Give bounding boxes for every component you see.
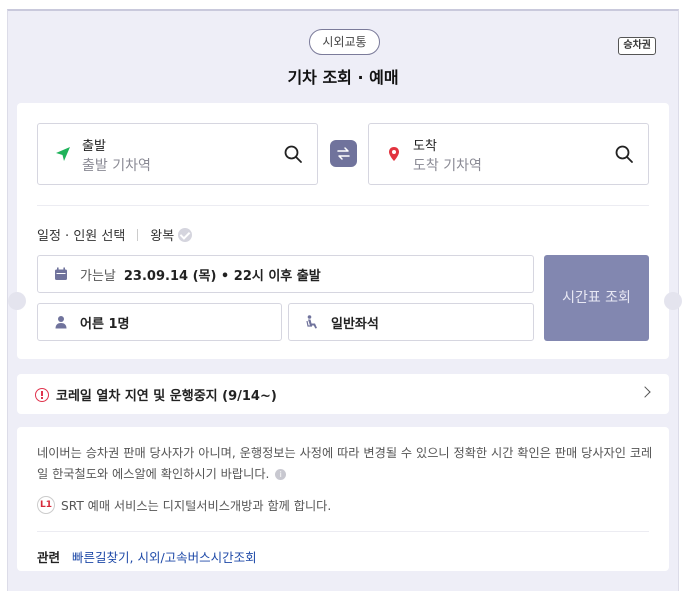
seat-type: 일반좌석: [331, 316, 379, 332]
related-label: 관련: [37, 550, 61, 565]
arrival-placeholder[interactable]: 도착 기차역: [413, 155, 482, 175]
departure-date-field[interactable]: 가는날 23.09.14 (목) • 22시 이후 출발: [37, 255, 534, 293]
srt-logo-icon: L1: [37, 496, 55, 514]
arrival-station-field[interactable]: 도착 도착 기차역: [368, 123, 649, 185]
divider: [37, 531, 649, 532]
departure-search-icon[interactable]: [283, 144, 303, 164]
related-links-text[interactable]: 빠른길찾기, 시외/고속버스시간조회: [72, 547, 257, 566]
passenger-count-field[interactable]: 어른 1명: [37, 303, 282, 341]
separator: [137, 228, 139, 241]
delay-notice: 코레일 열차 지연 및 운행중지 (9/14~): [35, 385, 277, 404]
departure-placeholder[interactable]: 출발 기차역: [82, 155, 151, 175]
category-pill[interactable]: 시외교통: [309, 29, 380, 55]
round-trip-label[interactable]: 왕복: [150, 225, 174, 244]
srt-notice: L1 SRT 예매 서비스는 디지털서비스개방과 함께 합니다.: [37, 496, 331, 514]
delay-notice-card[interactable]: 코레일 열차 지연 및 운행중지 (9/14~): [17, 374, 669, 414]
related-links: 관련 빠른길찾기, 시외/고속버스시간조회: [37, 547, 257, 566]
departure-arrow-icon: [56, 147, 70, 161]
departure-station-field[interactable]: 출발 출발 기차역: [37, 123, 318, 185]
arrival-search-icon[interactable]: [614, 144, 634, 164]
chevron-right-icon[interactable]: [639, 386, 651, 398]
disclaimer-text: 네이버는 승차권 판매 당사자가 아니며, 운행정보는 사정에 따라 변경될 수…: [37, 446, 653, 481]
delay-notice-text: 코레일 열차 지연 및 운행중지 (9/14~): [56, 389, 277, 404]
card-notch-left: [8, 292, 26, 310]
train-search-panel: 시외교통 승차권 기차 조회 · 예매 출발 출발 기차역 도착 도착 기차역 …: [7, 9, 682, 591]
ticket-badge: 승차권: [618, 37, 656, 55]
schedule-row: 일정 · 인원 선택 왕복: [37, 225, 193, 244]
disclaimer: 네이버는 승차권 판매 당사자가 아니며, 운행정보는 사정에 따라 변경될 수…: [37, 443, 653, 485]
swap-icon: [337, 147, 350, 160]
info-card: 네이버는 승차권 판매 당사자가 아니며, 운행정보는 사정에 따라 변경될 수…: [17, 427, 669, 571]
passenger-count: 어른 1명: [80, 316, 130, 332]
info-icon[interactable]: i: [275, 469, 287, 480]
seat-icon: [306, 315, 317, 329]
date-label: 가는날: [80, 268, 116, 284]
search-card: 출발 출발 기차역 도착 도착 기차역 일정 · 인원 선택 왕복 가는날 23…: [17, 103, 669, 359]
round-trip-check-icon[interactable]: [178, 227, 193, 242]
srt-text: SRT 예매 서비스는 디지털서비스개방과 함께 합니다.: [61, 499, 332, 513]
card-notch-right: [664, 292, 682, 310]
date-value: 23.09.14 (목) • 22시 이후 출발: [123, 268, 321, 284]
person-icon: [55, 316, 67, 329]
page-title: 기차 조회 · 예매: [287, 68, 399, 87]
timetable-search-button[interactable]: 시간표 조회: [544, 255, 649, 341]
departure-label: 출발: [82, 139, 106, 154]
divider: [37, 205, 649, 206]
swap-stations-button[interactable]: [330, 140, 357, 167]
calendar-icon: [55, 267, 67, 280]
seat-type-field[interactable]: 일반좌석: [288, 303, 534, 341]
schedule-label: 일정 · 인원 선택: [37, 229, 126, 244]
warning-icon: [35, 387, 49, 402]
location-pin-icon: [389, 147, 399, 161]
arrival-label: 도착: [413, 139, 437, 154]
